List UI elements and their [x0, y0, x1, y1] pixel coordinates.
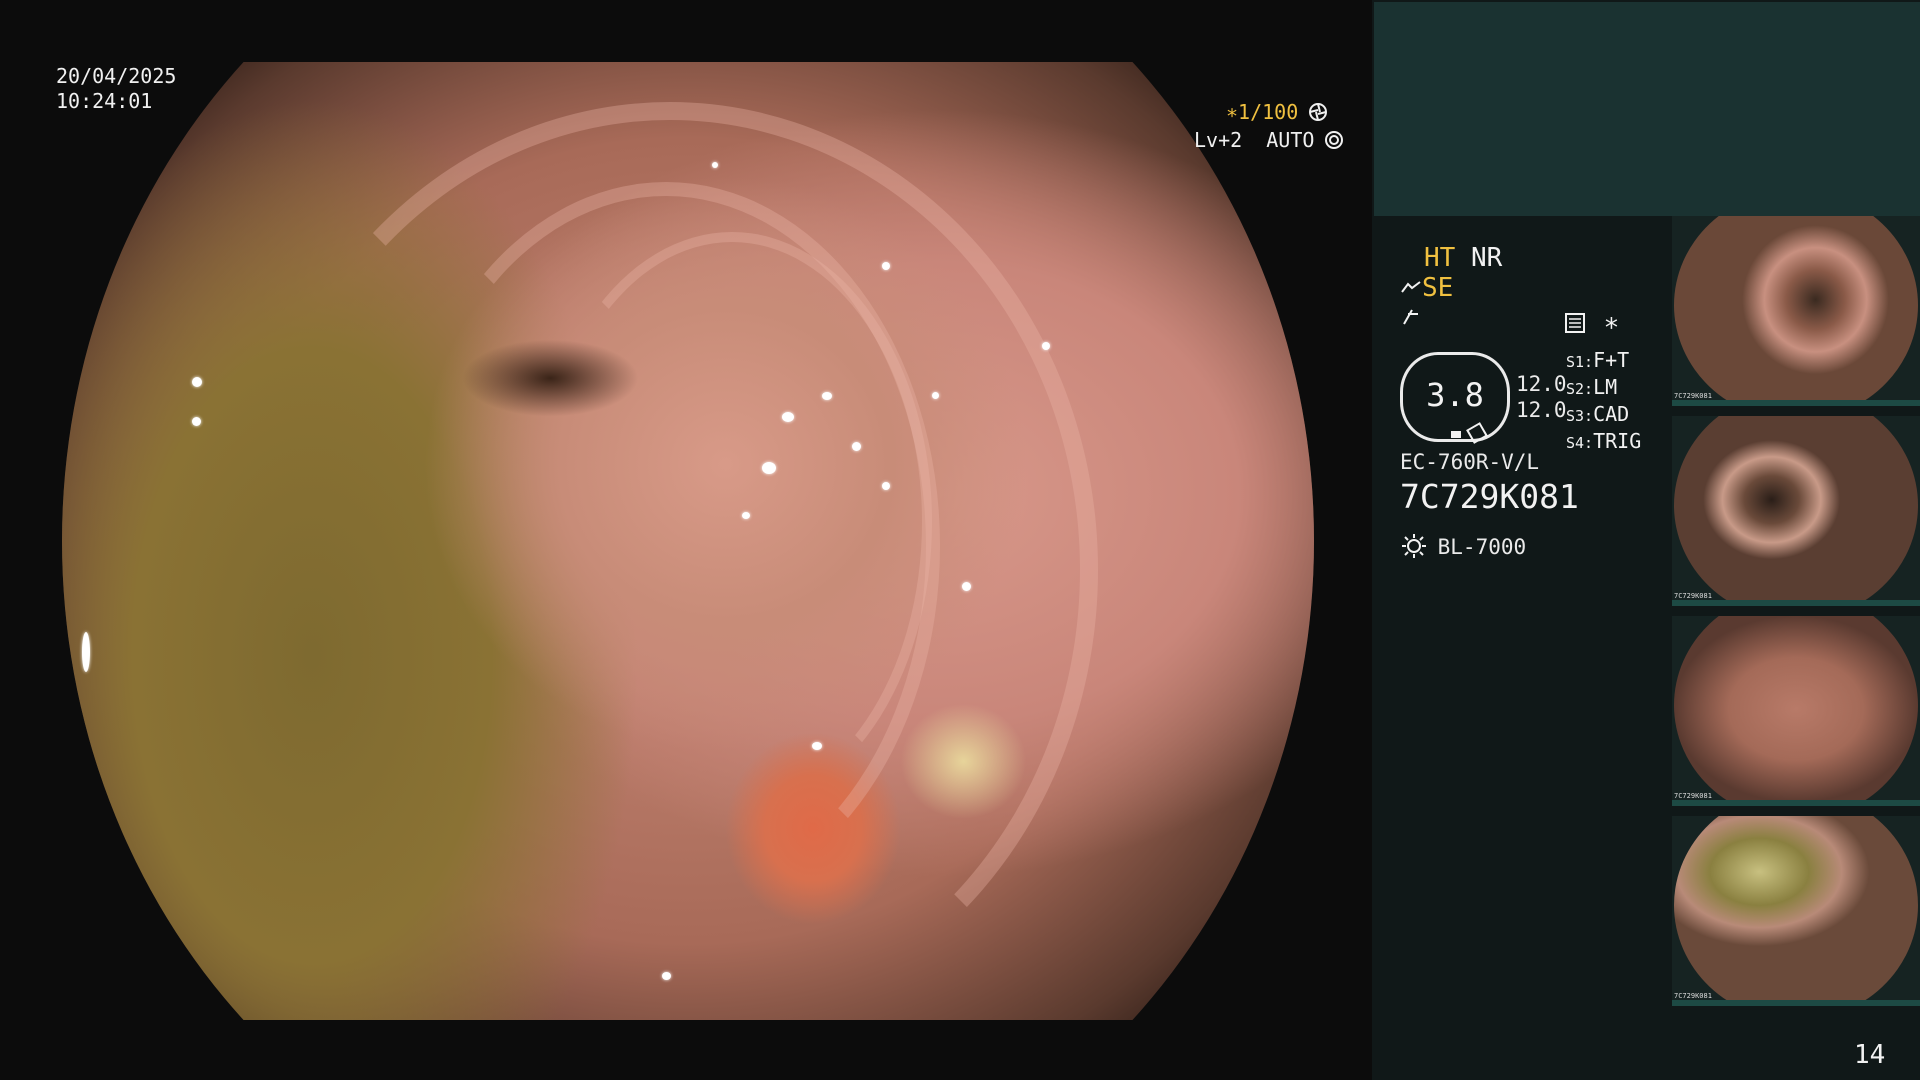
mode-nr: NR [1470, 243, 1503, 273]
switch-list: S1:F+T S2:LM S3:CAD S4:TRIG [1566, 348, 1676, 456]
specular-highlight [932, 392, 939, 399]
specular-highlight [82, 632, 90, 672]
scope-model: EC-760R-V/L [1400, 450, 1540, 474]
specular-highlight [712, 162, 718, 168]
thumbnail-1[interactable]: 7C729K081 [1672, 216, 1920, 406]
thumbnail-footer [1672, 600, 1920, 606]
scope-serial: 7C729K081 [1400, 477, 1579, 516]
light-source-label: BL-7000 [1437, 535, 1527, 559]
thumbnail-footer [1672, 800, 1920, 806]
specular-highlight [822, 392, 832, 400]
brightness-gauge: 3.8 [1400, 352, 1510, 444]
light-source-icon [1402, 534, 1426, 558]
light-source: BL-7000 [1400, 532, 1526, 560]
specular-highlight [882, 262, 890, 270]
aperture-icon [1308, 103, 1327, 121]
auto-iris-icon [1325, 131, 1344, 149]
thumbnail-4[interactable]: 7C729K081 [1672, 816, 1920, 1006]
switch-s1: S1:F+T [1566, 348, 1630, 372]
shutter-indicator: ∗1/100 [1226, 100, 1328, 124]
thumbnail-footer [1672, 400, 1920, 406]
thumbnail-image [1674, 816, 1918, 1002]
specular-highlight [742, 512, 750, 519]
thumbnail-strip: 7C729K081 7C729K081 7C729K081 7C729K081 [1672, 216, 1920, 1016]
thumbnail-caption: 7C729K081 [1674, 792, 1712, 800]
switch-s4: S4:TRIG [1566, 429, 1642, 453]
level-label: Lv+2 AUTO [1194, 128, 1315, 152]
mode-se: SE [1422, 273, 1454, 303]
thumbnail-image [1674, 216, 1918, 402]
mode-row-2: SE [1400, 273, 1453, 303]
specular-highlight [192, 417, 201, 426]
settings-indicator: ∗ [1564, 308, 1619, 338]
mucosal-fold [532, 232, 932, 812]
filter-indicator [1400, 306, 1422, 332]
gauge-marker [1451, 431, 1461, 438]
date-label: 20/04/2025 [56, 64, 177, 88]
page-number: 14 [1854, 1040, 1886, 1070]
thumbnail-caption: 7C729K081 [1674, 992, 1712, 1000]
asterisk-mark: ∗ [1603, 308, 1620, 338]
switch-s2: S2:LM [1566, 375, 1618, 399]
value-b: 12.0 [1516, 398, 1567, 422]
filter-icon [1403, 309, 1418, 325]
thumbnail-caption: 7C729K081 [1674, 392, 1712, 400]
specular-highlight [762, 462, 776, 474]
endoscopic-image [62, 62, 1314, 1038]
time-label: 10:24:01 [56, 89, 153, 113]
mode-row-1: HT NR [1424, 243, 1502, 273]
level-indicator: Lv+2 AUTO [1194, 128, 1344, 152]
panel-header-area [1374, 2, 1920, 216]
thumbnail-image [1674, 416, 1918, 602]
thumbnail-image [1674, 616, 1918, 802]
sharpness-icon [1401, 281, 1421, 293]
specular-highlight [962, 582, 971, 591]
mode-ht: HT [1424, 243, 1456, 273]
shutter-label: ∗1/100 [1226, 100, 1299, 124]
thumbnail-footer [1672, 1000, 1920, 1006]
specular-highlight [812, 742, 822, 750]
endoscope-view: 20/04/2025 10:24:01 ∗1/100 Lv+2 AUTO [0, 0, 1372, 1080]
specular-highlight [662, 972, 671, 980]
gauge-value: 3.8 [1426, 376, 1484, 414]
settings-list-icon [1565, 313, 1585, 333]
specular-highlight [782, 412, 794, 422]
thumbnail-3[interactable]: 7C729K081 [1672, 616, 1920, 806]
value-a: 12.0 [1516, 372, 1567, 396]
thumbnail-caption: 7C729K081 [1674, 592, 1712, 600]
specular-highlight [1042, 342, 1050, 350]
switch-s3: S3:CAD [1566, 402, 1630, 426]
specular-highlight [852, 442, 861, 451]
specular-highlight [882, 482, 890, 490]
specular-highlight [192, 377, 202, 387]
thumbnail-2[interactable]: 7C729K081 [1672, 416, 1920, 606]
